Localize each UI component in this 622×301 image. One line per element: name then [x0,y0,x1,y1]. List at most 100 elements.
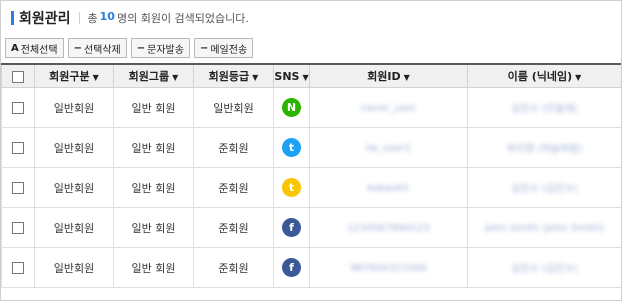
member-grade-cell: 준회원 [193,127,274,168]
member-name-cell[interactable]: 박지영 (하늘바람) [467,127,621,168]
member-grade-cell: 준회원 [193,167,274,208]
header-label: 회원그룹 [128,70,170,83]
naver-icon: N [282,98,301,117]
row-checkbox-cell[interactable] [1,167,35,208]
member-table: 회원구분 ▼ 회원그룹 ▼ 회원등급 ▼ SNS ▼ 회원ID ▼ 이름 (닉네임) ▼ 일… [1,63,621,288]
select-all-icon: A [11,42,19,54]
header-checkbox-cell[interactable] [1,63,35,88]
member-id[interactable]: naver_user [361,103,416,114]
member-id-cell[interactable]: 1234567890123 [309,207,468,248]
member-count: 10 [99,10,115,23]
member-id[interactable]: tw_user1 [366,143,411,154]
row-checkbox[interactable] [12,262,24,274]
row-checkbox[interactable] [12,142,24,154]
panel-header: 회원관리 총 10 명의 회원이 검색되었습니다. [1,1,621,35]
header-member-group[interactable]: 회원그룹 ▼ [113,63,194,88]
sns-cell: t [273,127,310,168]
toolbar: A 전체선택 − 선택삭제 − 문자발송 − 메일전송 [1,38,621,60]
header-member-grade[interactable]: 회원등급 ▼ [193,63,274,88]
sns-cell: N [273,87,310,128]
member-group-cell: 일반 회원 [113,247,194,288]
summary-suffix: 명의 회원이 검색되었습니다. [116,12,249,25]
header-label: 이름 (닉네임) [507,70,573,83]
member-name[interactable]: John Smith (John Smith) [485,223,604,234]
select-all-button[interactable]: A 전체선택 [5,38,64,58]
member-name[interactable]: 김민수 (민들레) [511,100,577,115]
facebook-icon: f [282,218,301,237]
member-id-cell[interactable]: kakao01 [309,167,468,208]
row-checkbox[interactable] [12,102,24,114]
member-type-cell: 일반회원 [34,167,114,208]
summary-prefix: 총 [87,12,98,25]
sort-arrow-icon: ▼ [172,73,179,82]
title-separator [78,12,80,24]
member-name[interactable]: 김민수 (김민수) [511,260,577,275]
select-all-checkbox[interactable] [12,70,24,83]
member-type-cell: 일반회원 [34,207,114,248]
member-management-panel: 회원관리 총 10 명의 회원이 검색되었습니다. A 전체선택 − 선택삭제 … [0,0,622,301]
member-name-cell[interactable]: 김민수 (민들레) [467,87,621,128]
table-row[interactable]: 일반회원 일반 회원 준회원 f 1234567890123 John Smith (Jo… [1,207,621,248]
member-group-cell: 일반 회원 [113,87,194,128]
delete-selected-button[interactable]: − 선택삭제 [67,38,127,58]
header-label: SNS [274,69,300,83]
delete-selected-label: 선택삭제 [83,44,121,56]
table-row[interactable]: 일반회원 일반 회원 준회원 t tw_user1 박지영 (하늘바람) [1,127,621,168]
member-id-cell[interactable]: tw_user1 [309,127,468,168]
title-accent-bar [11,11,14,25]
minus-icon: − [136,42,146,54]
sort-arrow-icon: ▼ [302,72,309,82]
member-id[interactable]: 1234567890123 [347,223,430,234]
member-type-cell: 일반회원 [34,127,114,168]
header-label: 회원ID [367,70,401,83]
header-member-type[interactable]: 회원구분 ▼ [34,63,114,88]
member-id-cell[interactable]: naver_user [309,87,468,128]
member-grade-cell: 준회원 [193,207,274,248]
member-name-cell[interactable]: John Smith (John Smith) [467,207,621,248]
table-row[interactable]: 일반회원 일반 회원 일반회원 Nnaver_user 김민수 (민들레) [1,87,621,128]
row-checkbox-cell[interactable] [1,87,35,128]
member-name-cell[interactable]: 김민수 (김민수) [467,167,621,208]
header-name[interactable]: 이름 (닉네임) ▼ [467,63,621,88]
sns-cell: f [273,207,310,248]
table-row[interactable]: 일반회원 일반 회원 준회원 f 987654321000 김민수 (김민수) [1,247,621,288]
member-type-cell: 일반회원 [34,87,114,128]
member-id-cell[interactable]: 987654321000 [309,247,468,288]
send-sms-label: 문자발송 [147,44,184,56]
sort-arrow-icon: ▼ [252,73,259,82]
send-email-button[interactable]: − 메일전송 [193,38,254,58]
minus-icon: − [199,42,209,54]
row-checkbox[interactable] [12,222,24,234]
sns-cell: t [273,167,310,208]
header-label: 회원구분 [49,70,90,83]
sort-arrow-icon: ▼ [575,73,582,82]
header-label: 회원등급 [208,70,250,83]
member-id[interactable]: kakao01 [367,183,409,194]
sns-cell: f [273,247,310,288]
table-row[interactable]: 일반회원 일반 회원 준회원 t kakao01 김민수 (김민수) [1,167,621,208]
search-summary: 총 10 명의 회원이 검색되었습니다. [88,10,249,26]
row-checkbox-cell[interactable] [1,127,35,168]
sort-arrow-icon: ▼ [403,73,410,82]
select-all-label: 전체선택 [20,44,58,56]
member-name-cell[interactable]: 김민수 (김민수) [467,247,621,288]
kakao-icon: t [282,178,301,197]
send-sms-button[interactable]: − 문자발송 [130,38,190,58]
table-header-row: 회원구분 ▼ 회원그룹 ▼ 회원등급 ▼ SNS ▼ 회원ID ▼ 이름 (닉네임) ▼ [1,63,621,88]
member-name[interactable]: 박지영 (하늘바람) [507,140,582,155]
row-checkbox-cell[interactable] [1,207,35,248]
header-member-id[interactable]: 회원ID ▼ [309,63,468,88]
minus-icon: − [73,42,82,54]
member-type-cell: 일반회원 [34,247,114,288]
member-grade-cell: 일반회원 [193,87,274,128]
row-checkbox-cell[interactable] [1,247,35,288]
send-email-label: 메일전송 [210,44,248,56]
member-grade-cell: 준회원 [193,247,274,288]
header-sns[interactable]: SNS ▼ [273,63,310,88]
member-group-cell: 일반 회원 [113,207,194,248]
page-title: 회원관리 [19,11,71,27]
facebook-icon: f [282,258,301,277]
member-name[interactable]: 김민수 (김민수) [511,180,577,195]
row-checkbox[interactable] [12,182,24,194]
member-id[interactable]: 987654321000 [350,263,426,274]
